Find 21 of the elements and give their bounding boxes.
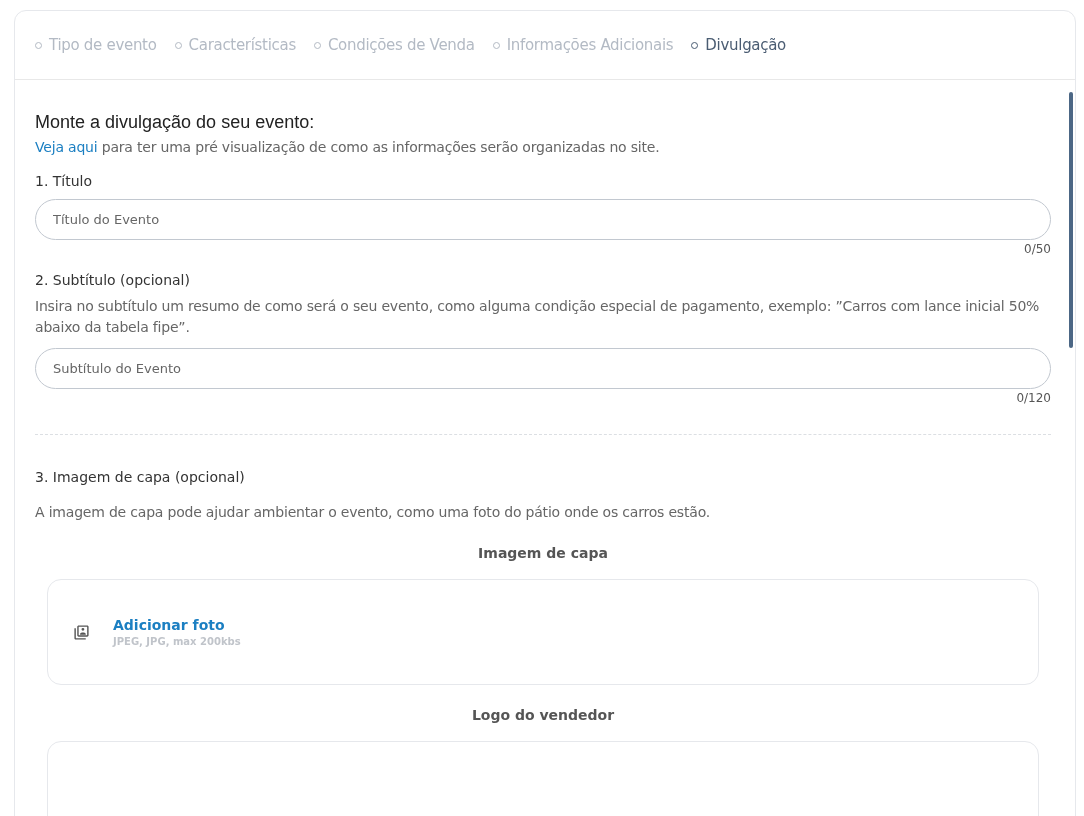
upload-title: Imagem de capa — [477, 545, 609, 561]
photo-library-icon — [73, 623, 90, 641]
field-label: 1. Título — [35, 173, 94, 189]
char-counter: 0/50 — [1023, 242, 1051, 256]
step-tab[interactable]: Divulgação — [691, 36, 786, 54]
title-field[interactable]: Título do Evento — [35, 199, 1051, 240]
upload-title: Logo do vendedor — [470, 707, 616, 723]
subtitle-field[interactable]: Subtítulo do Evento — [35, 348, 1051, 389]
field-label: 2. Subtítulo (opcional) — [35, 272, 191, 288]
intro-text: Veja aqui para ter uma pré visualização de como as informações serão organizadas no site. — [35, 139, 661, 155]
upload-box[interactable] — [47, 741, 1039, 816]
format-hint: JPEG, JPG, max 200kbs — [113, 636, 241, 647]
hint-text: A imagem de capa pode ajudar ambientar o evento, como uma foto do pátio onde os carros estão. — [35, 503, 711, 522]
section-heading: Monte a divulgação do seu evento: — [35, 112, 316, 133]
hint-text: Insira no subtítulo um resumo de como será o seu evento, como alguma condição especial de pagamento, exemplo: ”Carros com lance inicial 50% abaixo da tabela fipe”. — [35, 297, 1041, 337]
preview-link[interactable]: Veja aqui — [35, 139, 98, 155]
scrollbar[interactable] — [1069, 92, 1073, 348]
upload-box[interactable]: Adicionar foto JPEG, JPG, max 200kbs — [47, 579, 1039, 685]
field-label: 3. Imagem de capa (opcional) — [35, 469, 246, 485]
char-counter: 0/120 — [1015, 391, 1051, 405]
add-photo-link[interactable]: Adicionar foto — [113, 617, 241, 633]
